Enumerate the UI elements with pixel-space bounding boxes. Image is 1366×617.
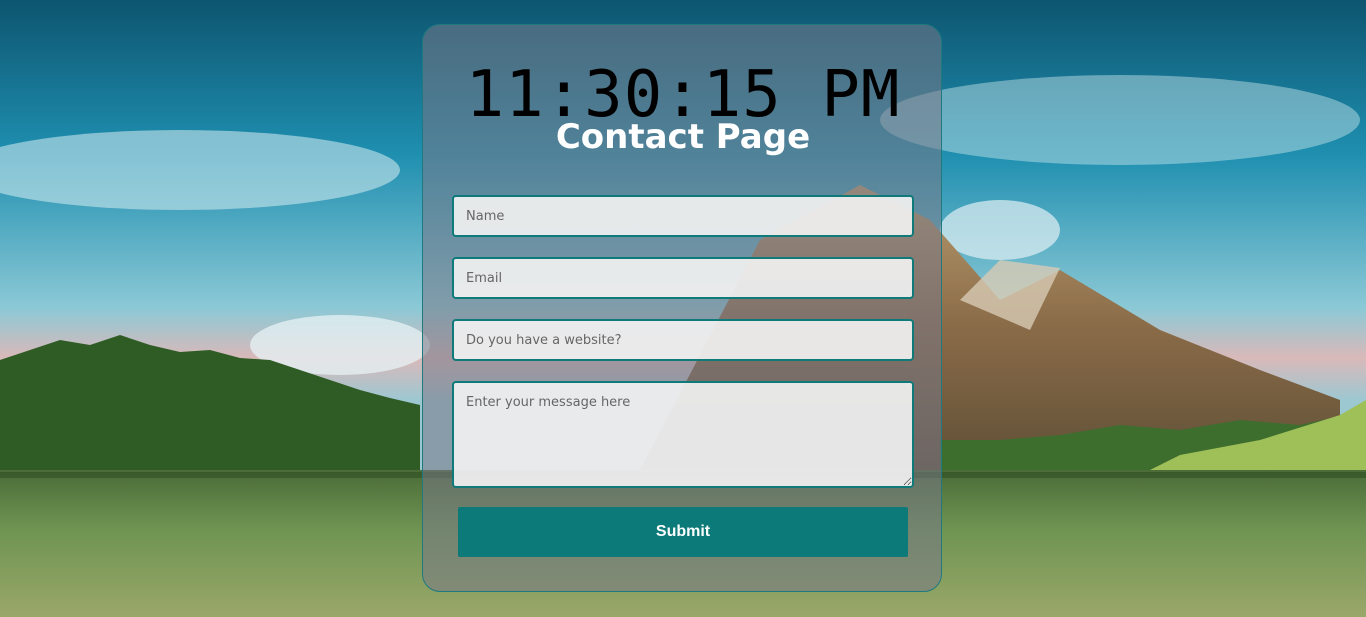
message-textarea[interactable] <box>452 381 914 488</box>
page-title: Contact Page <box>555 117 811 157</box>
cloud <box>880 75 1360 165</box>
contact-card: 11:30:15 PM Contact Page Submit <box>422 24 942 592</box>
submit-button[interactable]: Submit <box>458 507 908 557</box>
cloud <box>940 200 1060 260</box>
website-input[interactable] <box>452 319 914 361</box>
email-input[interactable] <box>452 257 914 299</box>
name-input[interactable] <box>452 195 914 237</box>
